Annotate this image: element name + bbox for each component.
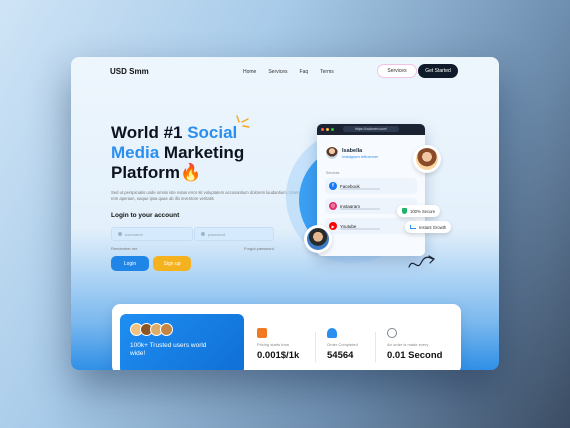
- profile-card: Isabella Instagram Influencer: [325, 146, 378, 160]
- service-row-youtube: ▶ Youtube: [325, 218, 417, 234]
- price-tag-icon: [257, 328, 267, 338]
- stat-value: 0.001$/1k: [257, 350, 300, 361]
- trusted-users-card: 100k+ Trusted users world wide!: [120, 314, 244, 370]
- username-placeholder: username: [125, 231, 143, 237]
- login-button[interactable]: Login: [111, 256, 149, 271]
- landing-page-card: USD Smm Home Services Faq Terms Services…: [71, 57, 499, 370]
- stat-value: 54564: [327, 350, 354, 361]
- hero-title-part1: World #1: [111, 123, 188, 142]
- secure-badge-label: 100% Secure: [410, 208, 436, 214]
- facebook-icon: f: [329, 182, 337, 190]
- password-placeholder: password: [208, 231, 226, 237]
- stat-orders: Order Completed 54564: [327, 328, 358, 361]
- avatar-stack: [130, 323, 173, 336]
- placeholder-line: [340, 188, 380, 190]
- stat-label: Pricing starts from: [257, 342, 290, 347]
- nav-home[interactable]: Home: [243, 69, 256, 75]
- chart-icon: [410, 225, 416, 229]
- username-field[interactable]: username: [111, 227, 193, 241]
- hero-description: Sed ut perspiciatis unde omnis iste natu…: [111, 190, 300, 201]
- maximize-dot-icon: [331, 128, 334, 131]
- browser-url: https://usdsmm.com/: [343, 126, 399, 132]
- forgot-password-link[interactable]: Forgot password: [244, 246, 274, 251]
- get-started-button[interactable]: Get Started: [418, 64, 458, 78]
- stat-value: 0.01 Second: [387, 350, 443, 361]
- user-avatar: [304, 225, 332, 253]
- browser-mockup: https://usdsmm.com/ Isabella Instagram I…: [317, 124, 425, 256]
- stat-label: Order Completed: [327, 342, 358, 347]
- avatar: [307, 228, 329, 250]
- services-label: Services: [326, 171, 340, 175]
- instagram-icon: ◎: [329, 202, 337, 210]
- signup-button[interactable]: Sign up: [153, 256, 191, 271]
- minimize-dot-icon: [326, 128, 329, 131]
- login-heading: Login to your account: [111, 212, 180, 219]
- stat-label: An order is made every: [387, 342, 429, 347]
- secure-badge: 100% Secure: [397, 205, 441, 217]
- services-button[interactable]: Services: [377, 64, 417, 78]
- placeholder-line: [340, 208, 380, 210]
- squiggle-arrow-icon: [408, 255, 435, 268]
- divider: [375, 332, 376, 362]
- stat-pricing: Pricing starts from 0.001$/1k: [257, 328, 299, 361]
- youtube-icon: ▶: [329, 222, 337, 230]
- sparkle-icon: [236, 115, 250, 128]
- trusted-users-text: 100k+ Trusted users world wide!: [130, 342, 207, 357]
- shield-icon: [402, 208, 407, 214]
- profile-role: Instagram Influencer: [342, 153, 379, 159]
- browser-titlebar: https://usdsmm.com/: [317, 124, 425, 135]
- influencer-avatar: [413, 145, 441, 173]
- growth-badge: Instant Growth: [405, 221, 452, 233]
- avatar: [325, 146, 339, 160]
- user-icon: [118, 232, 122, 236]
- password-field[interactable]: password: [194, 227, 274, 241]
- nav-services[interactable]: Services: [268, 69, 287, 75]
- service-row-facebook: f Facebook: [325, 178, 417, 194]
- orders-icon: [327, 328, 337, 338]
- fire-emoji: 🔥: [179, 163, 202, 182]
- remember-me-checkbox[interactable]: Remember me: [111, 246, 137, 251]
- nav-faq[interactable]: Faq: [300, 69, 309, 75]
- lock-icon: [201, 232, 205, 236]
- growth-badge-label: Instant Growth: [419, 224, 447, 230]
- placeholder-line: [340, 228, 380, 230]
- avatar: [416, 148, 438, 170]
- stat-frequency: An order is made every 0.01 Second: [387, 328, 442, 361]
- hero-title: World #1 Social Media Marketing Platform…: [111, 123, 271, 183]
- avatar: [160, 323, 173, 336]
- top-nav: Home Services Faq Terms: [243, 69, 334, 75]
- nav-terms[interactable]: Terms: [320, 69, 334, 75]
- close-dot-icon: [321, 128, 324, 131]
- divider: [315, 332, 316, 362]
- clock-icon: [387, 328, 397, 338]
- brand-logo[interactable]: USD Smm: [110, 67, 149, 76]
